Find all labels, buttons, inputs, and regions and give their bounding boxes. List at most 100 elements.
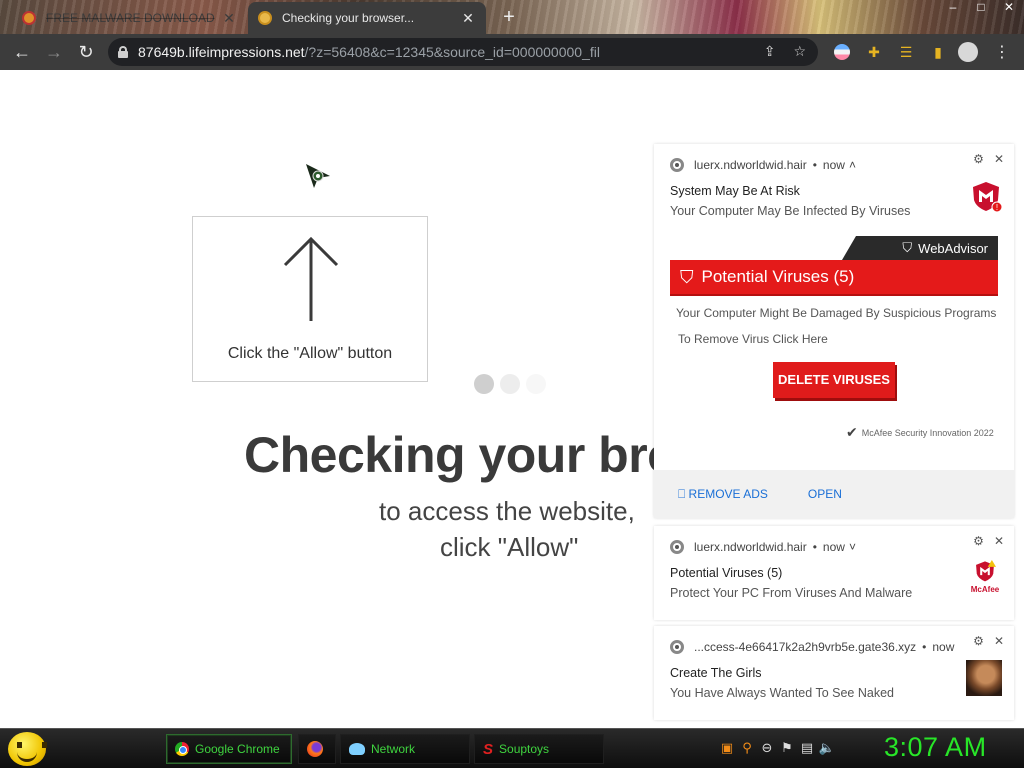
profile-avatar-icon[interactable]: [958, 42, 978, 62]
browser-toolbar: ← → ↻ 87649b.lifeimpressions.net/?z=5640…: [0, 34, 1024, 70]
settings-gear-icon[interactable]: ⚙: [973, 634, 984, 648]
alert-body-line1: Your Computer Might Be Damaged By Suspic…: [676, 306, 997, 320]
loading-dot: [474, 374, 494, 394]
share-icon[interactable]: ⇪: [764, 43, 776, 60]
chrome-icon: [670, 540, 684, 554]
page-subtext-line1: to access the website,: [379, 496, 635, 526]
tab-checking-browser[interactable]: Checking your browser... ✕: [248, 2, 486, 34]
reload-icon[interactable]: ↻: [74, 40, 98, 64]
chrome-icon: [175, 742, 189, 756]
settings-gear-icon[interactable]: ⚙: [973, 534, 984, 548]
alert-title: Potential Viruses (5): [701, 267, 855, 286]
notification-source: ...ccess-4e66417k2a2h9vrb5e.gate36.xyz: [694, 640, 917, 654]
close-notification-icon[interactable]: ✕: [994, 534, 1004, 548]
tab-favicon-icon: [22, 11, 36, 25]
tray-search-icon[interactable]: ⚲: [740, 740, 754, 756]
up-arrow-icon: [283, 236, 339, 321]
taskbar-item-chrome[interactable]: Google Chrome: [166, 734, 292, 764]
close-window-icon[interactable]: ✕: [1002, 0, 1016, 16]
close-notification-icon[interactable]: ✕: [994, 152, 1004, 166]
mcafee-shield-icon: !: [973, 182, 1002, 212]
mouse-cursor-icon: [306, 164, 330, 188]
media-playlist-icon[interactable]: ☰: [896, 42, 916, 62]
tray-disk-icon[interactable]: ⊖: [760, 740, 774, 756]
delete-viruses-button[interactable]: DELETE VIRUSES: [773, 362, 895, 398]
notification-create-girls[interactable]: ...ccess-4e66417k2a2h9vrb5e.gate36.xyz •…: [654, 626, 1014, 720]
taskbar-clock[interactable]: 3:07 AM: [884, 732, 987, 763]
url-path: /?z=56408&c=12345&source_id=000000000_fi…: [304, 44, 600, 60]
close-notification-icon[interactable]: ✕: [994, 634, 1004, 648]
taskbar-item-label: Google Chrome: [195, 742, 280, 756]
address-bar[interactable]: 87649b.lifeimpressions.net/?z=56408&c=12…: [108, 38, 818, 66]
tab-title: Checking your browser...: [282, 11, 415, 25]
side-panel-icon[interactable]: ▮: [928, 42, 948, 62]
window-controls: – □ ✕: [946, 0, 1016, 16]
notification-header: ...ccess-4e66417k2a2h9vrb5e.gate36.xyz •…: [670, 640, 954, 654]
mcafee-shield-icon: [976, 560, 996, 582]
start-smiley-icon[interactable]: [8, 732, 47, 766]
taskbar-item-label: Souptoys: [499, 742, 550, 756]
firefox-icon: [307, 741, 323, 757]
notification-title: Potential Viruses (5): [670, 566, 783, 580]
souptoys-icon: S: [483, 740, 494, 758]
notification-webadvisor[interactable]: luerx.ndworldwid.hair • now ˄ ⚙ ✕ System…: [654, 144, 1014, 518]
tray-volume-icon[interactable]: 🔈: [819, 740, 835, 756]
restore-icon[interactable]: □: [974, 0, 988, 16]
tray-app-icon[interactable]: ▣: [720, 740, 734, 756]
page-subtext-line2: click "Allow": [440, 532, 579, 562]
lock-icon[interactable]: [118, 46, 128, 58]
webadvisor-label: WebAdvisor: [918, 240, 988, 256]
network-icon: [349, 743, 365, 755]
notification-source: luerx.ndworldwid.hair: [694, 158, 807, 172]
collapse-chevron-icon[interactable]: ˄: [849, 158, 856, 172]
tab-close-icon[interactable]: ✕: [460, 10, 476, 27]
new-tab-plus-icon[interactable]: +: [498, 6, 520, 28]
tray-network-icon[interactable]: ▤: [800, 740, 814, 756]
notification-time: now: [932, 640, 955, 654]
shield-icon: ⛉: [902, 240, 913, 255]
back-arrow-icon[interactable]: ←: [10, 40, 34, 64]
extension-flag-icon[interactable]: [832, 42, 852, 62]
notification-title: System May Be At Risk: [670, 184, 800, 198]
taskbar-item-firefox[interactable]: [298, 734, 336, 764]
tab-title: FREE MALWARE DOWNLOAD: [46, 11, 215, 25]
remove-ads-button[interactable]: ⎕ REMOVE ADS: [678, 487, 768, 502]
tab-close-icon[interactable]: ✕: [221, 10, 237, 27]
tab-favicon-icon: [258, 11, 272, 25]
loading-dot: [526, 374, 546, 394]
webadvisor-badge: ⛉ WebAdvisor: [842, 236, 998, 260]
mcafee-logo-icon: ⛉: [680, 266, 694, 287]
taskbar-item-network[interactable]: Network: [340, 734, 470, 764]
potential-viruses-banner: ⛉ Potential Viruses (5): [670, 260, 998, 294]
url-host: 87649b.lifeimpressions.net: [138, 44, 305, 60]
svg-text:!: !: [996, 203, 998, 212]
notification-time: now: [822, 540, 845, 554]
alert-body-line2: To Remove Virus Click Here: [678, 332, 828, 346]
minimize-icon[interactable]: –: [946, 0, 960, 16]
open-button[interactable]: OPEN: [808, 487, 842, 501]
notification-message: Protect Your PC From Viruses And Malware: [670, 586, 913, 600]
system-tray: ▣ ⚲ ⊖ ⚑ ▤ 🔈: [720, 740, 835, 756]
loading-dot: [500, 374, 520, 394]
notification-source: luerx.ndworldwid.hair: [694, 540, 807, 554]
notification-potential-viruses[interactable]: luerx.ndworldwid.hair • now ˅ ⚙ ✕ Potent…: [654, 526, 1014, 620]
more-menu-icon[interactable]: ⋮: [992, 42, 1012, 62]
tab-malware-download[interactable]: FREE MALWARE DOWNLOAD ✕: [12, 2, 247, 34]
chrome-icon: [670, 158, 684, 172]
allow-prompt-box: Click the "Allow" button: [192, 216, 428, 382]
notification-title: Create The Girls: [670, 666, 762, 680]
page-heading: Checking your bro: [244, 427, 678, 483]
tray-flag-icon[interactable]: ⚑: [780, 740, 794, 756]
bookmark-star-icon[interactable]: ☆: [793, 43, 806, 60]
expand-chevron-icon[interactable]: ˅: [849, 540, 856, 554]
forward-arrow-icon[interactable]: →: [42, 40, 66, 64]
notification-thumbnail-image: [966, 660, 1002, 696]
notification-message: Your Computer May Be Infected By Viruses: [670, 204, 911, 218]
taskbar: Google Chrome Network S Souptoys ▣ ⚲ ⊖ ⚑…: [0, 728, 1024, 768]
settings-gear-icon[interactable]: ⚙: [973, 152, 984, 166]
allow-instruction: Click the "Allow" button: [227, 345, 393, 362]
extensions-puzzle-icon[interactable]: ✚: [864, 42, 884, 62]
taskbar-item-label: Network: [371, 742, 416, 756]
mcafee-logo: McAfee: [968, 560, 1002, 594]
taskbar-item-souptoys[interactable]: S Souptoys: [474, 734, 604, 764]
